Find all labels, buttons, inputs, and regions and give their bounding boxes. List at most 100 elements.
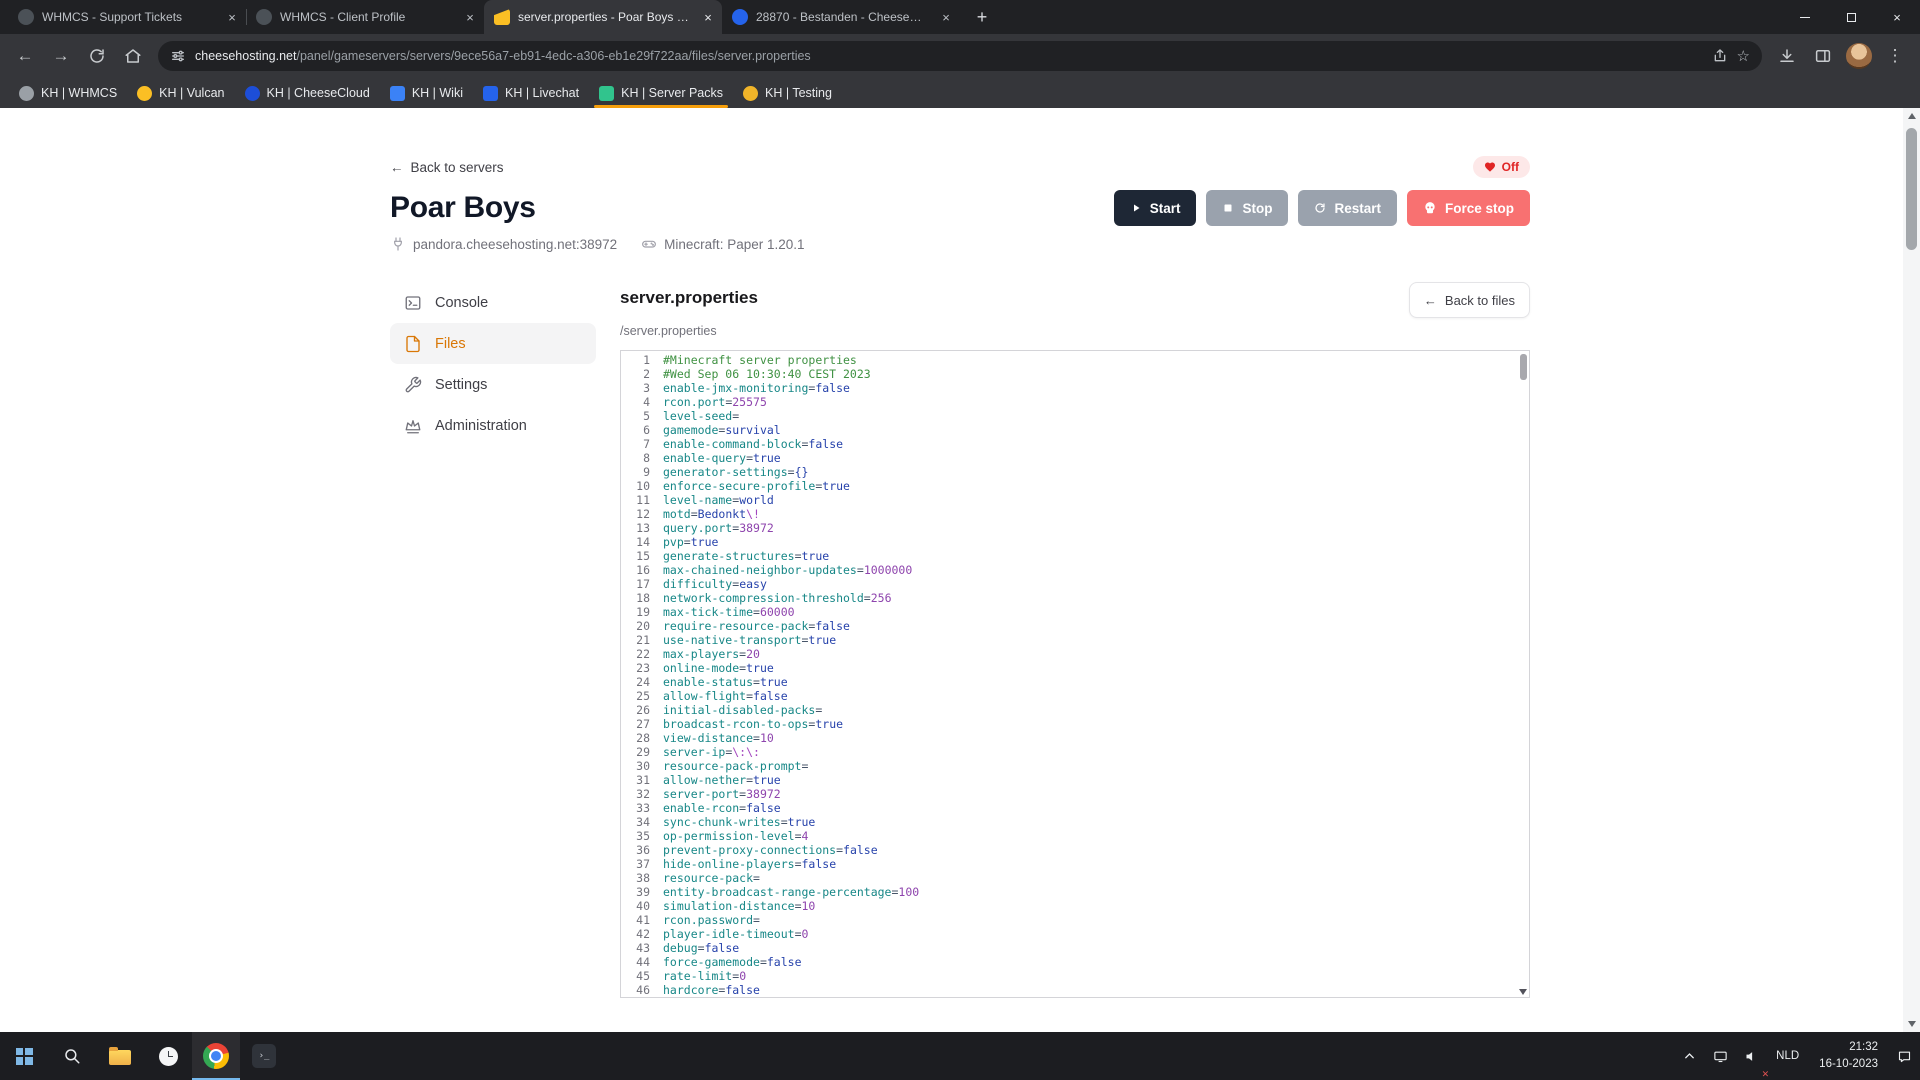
tab-close-icon[interactable]: × <box>462 9 478 25</box>
bookmark-star-icon[interactable]: ☆ <box>1737 47 1750 65</box>
bookmark-kh-testing[interactable]: KH | Testing <box>734 83 841 104</box>
code-line[interactable]: 22max-players=20 <box>621 647 1529 661</box>
chrome-icon[interactable] <box>192 1032 240 1080</box>
taskbar-clock[interactable]: 21:32 16-10-2023 <box>1808 1039 1889 1072</box>
code-line[interactable]: 16max-chained-neighbor-updates=1000000 <box>621 563 1529 577</box>
code-line[interactable]: 17difficulty=easy <box>621 577 1529 591</box>
code-line[interactable]: 28view-distance=10 <box>621 731 1529 745</box>
taskbar-search-button[interactable] <box>48 1032 96 1080</box>
scroll-up-icon[interactable] <box>1903 108 1920 124</box>
clock-app-icon[interactable] <box>144 1032 192 1080</box>
forward-button[interactable]: → <box>44 39 78 73</box>
code-line[interactable]: 46hardcore=false <box>621 983 1529 997</box>
tab-close-icon[interactable]: × <box>938 9 954 25</box>
code-line[interactable]: 7enable-command-block=false <box>621 437 1529 451</box>
editor-scroll-down-icon[interactable] <box>1519 989 1527 995</box>
sidebar-item-administration[interactable]: Administration <box>390 405 596 446</box>
page-scrollbar-thumb[interactable] <box>1906 128 1917 250</box>
browser-menu-icon[interactable]: ⋮ <box>1878 39 1912 73</box>
new-tab-button[interactable]: + <box>968 3 996 31</box>
site-settings-icon[interactable] <box>170 48 186 64</box>
tab-close-icon[interactable]: × <box>224 9 240 25</box>
code-line[interactable]: 13query.port=38972 <box>621 521 1529 535</box>
browser-tab[interactable]: server.properties - Poar Boys - KaasHost… <box>484 0 722 34</box>
language-indicator[interactable]: NLD <box>1767 1050 1808 1062</box>
bookmark-kh-server-packs[interactable]: KH | Server Packs <box>590 83 732 104</box>
code-line[interactable]: 45rate-limit=0 <box>621 969 1529 983</box>
volume-muted-icon[interactable]: ✕ <box>1736 1032 1767 1080</box>
action-center-icon[interactable] <box>1889 1032 1920 1080</box>
terminal-icon[interactable]: ›_ <box>240 1032 288 1080</box>
code-line[interactable]: 40simulation-distance=10 <box>621 899 1529 913</box>
code-line[interactable]: 42player-idle-timeout=0 <box>621 927 1529 941</box>
code-line[interactable]: 4rcon.port=25575 <box>621 395 1529 409</box>
code-line[interactable]: 20require-resource-pack=false <box>621 619 1529 633</box>
code-line[interactable]: 36prevent-proxy-connections=false <box>621 843 1529 857</box>
code-line[interactable]: 32server-port=38972 <box>621 787 1529 801</box>
code-line[interactable]: 15generate-structures=true <box>621 549 1529 563</box>
back-to-files-button[interactable]: ← Back to files <box>1409 282 1530 318</box>
sidebar-item-settings[interactable]: Settings <box>390 364 596 405</box>
code-line[interactable]: 35op-permission-level=4 <box>621 829 1529 843</box>
code-line[interactable]: 14pvp=true <box>621 535 1529 549</box>
stop-button[interactable]: Stop <box>1206 190 1288 226</box>
browser-tab[interactable]: 28870 - Bestanden - CheeseCloud× <box>722 0 960 34</box>
code-line[interactable]: 26initial-disabled-packs= <box>621 703 1529 717</box>
reload-button[interactable] <box>80 39 114 73</box>
code-line[interactable]: 11level-name=world <box>621 493 1529 507</box>
code-line[interactable]: 34sync-chunk-writes=true <box>621 815 1529 829</box>
tab-close-icon[interactable]: × <box>700 9 716 25</box>
profile-avatar[interactable] <box>1846 43 1872 69</box>
code-line[interactable]: 8enable-query=true <box>621 451 1529 465</box>
code-line[interactable]: 25allow-flight=false <box>621 689 1529 703</box>
code-line[interactable]: 18network-compression-threshold=256 <box>621 591 1529 605</box>
code-line[interactable]: 30resource-pack-prompt= <box>621 759 1529 773</box>
start-menu-button[interactable] <box>0 1032 48 1080</box>
code-line[interactable]: 38resource-pack= <box>621 871 1529 885</box>
browser-tab[interactable]: WHMCS - Client Profile× <box>246 0 484 34</box>
url-bar[interactable]: cheesehosting.net/panel/gameservers/serv… <box>158 41 1762 71</box>
code-line[interactable]: 44force-gamemode=false <box>621 955 1529 969</box>
bookmark-kh-cheesecloud[interactable]: KH | CheeseCloud <box>236 83 379 104</box>
code-line[interactable]: 39entity-broadcast-range-percentage=100 <box>621 885 1529 899</box>
code-line[interactable]: 24enable-status=true <box>621 675 1529 689</box>
code-line[interactable]: 2#Wed Sep 06 10:30:40 CEST 2023 <box>621 367 1529 381</box>
downloads-icon[interactable] <box>1770 39 1804 73</box>
display-icon[interactable] <box>1705 1032 1736 1080</box>
window-close-button[interactable]: × <box>1874 0 1920 34</box>
code-line[interactable]: 12motd=Bedonkt\! <box>621 507 1529 521</box>
code-line[interactable]: 23online-mode=true <box>621 661 1529 675</box>
editor-scrollbar-thumb[interactable] <box>1520 354 1527 380</box>
code-line[interactable]: 37hide-online-players=false <box>621 857 1529 871</box>
window-minimize-button[interactable] <box>1782 0 1828 34</box>
page-scrollbar[interactable] <box>1903 108 1920 1032</box>
code-line[interactable]: 31allow-nether=true <box>621 773 1529 787</box>
force-stop-button[interactable]: Force stop <box>1407 190 1530 226</box>
code-editor[interactable]: 1#Minecraft server properties2#Wed Sep 0… <box>620 350 1530 998</box>
code-line[interactable]: 29server-ip=\:\: <box>621 745 1529 759</box>
bookmark-kh-whmcs[interactable]: KH | WHMCS <box>10 83 126 104</box>
code-line[interactable]: 21use-native-transport=true <box>621 633 1529 647</box>
code-line[interactable]: 43debug=false <box>621 941 1529 955</box>
code-line[interactable]: 10enforce-secure-profile=true <box>621 479 1529 493</box>
start-button[interactable]: Start <box>1114 190 1197 226</box>
bookmark-kh-vulcan[interactable]: KH | Vulcan <box>128 83 233 104</box>
code-line[interactable]: 9generator-settings={} <box>621 465 1529 479</box>
code-line[interactable]: 6gamemode=survival <box>621 423 1529 437</box>
sidebar-item-console[interactable]: Console <box>390 282 596 323</box>
back-to-servers-link[interactable]: ←Back to servers <box>390 160 504 175</box>
file-explorer-icon[interactable] <box>96 1032 144 1080</box>
code-line[interactable]: 41rcon.password= <box>621 913 1529 927</box>
code-line[interactable]: 33enable-rcon=false <box>621 801 1529 815</box>
bookmark-kh-livechat[interactable]: KH | Livechat <box>474 83 588 104</box>
browser-tab[interactable]: WHMCS - Support Tickets× <box>8 0 246 34</box>
tray-expand-icon[interactable] <box>1674 1032 1705 1080</box>
code-line[interactable]: 3enable-jmx-monitoring=false <box>621 381 1529 395</box>
code-line[interactable]: 47white-list=false <box>621 997 1529 998</box>
code-line[interactable]: 27broadcast-rcon-to-ops=true <box>621 717 1529 731</box>
code-line[interactable]: 19max-tick-time=60000 <box>621 605 1529 619</box>
home-button[interactable] <box>116 39 150 73</box>
code-line[interactable]: 1#Minecraft server properties <box>621 353 1529 367</box>
back-button[interactable]: ← <box>8 39 42 73</box>
restart-button[interactable]: Restart <box>1298 190 1397 226</box>
